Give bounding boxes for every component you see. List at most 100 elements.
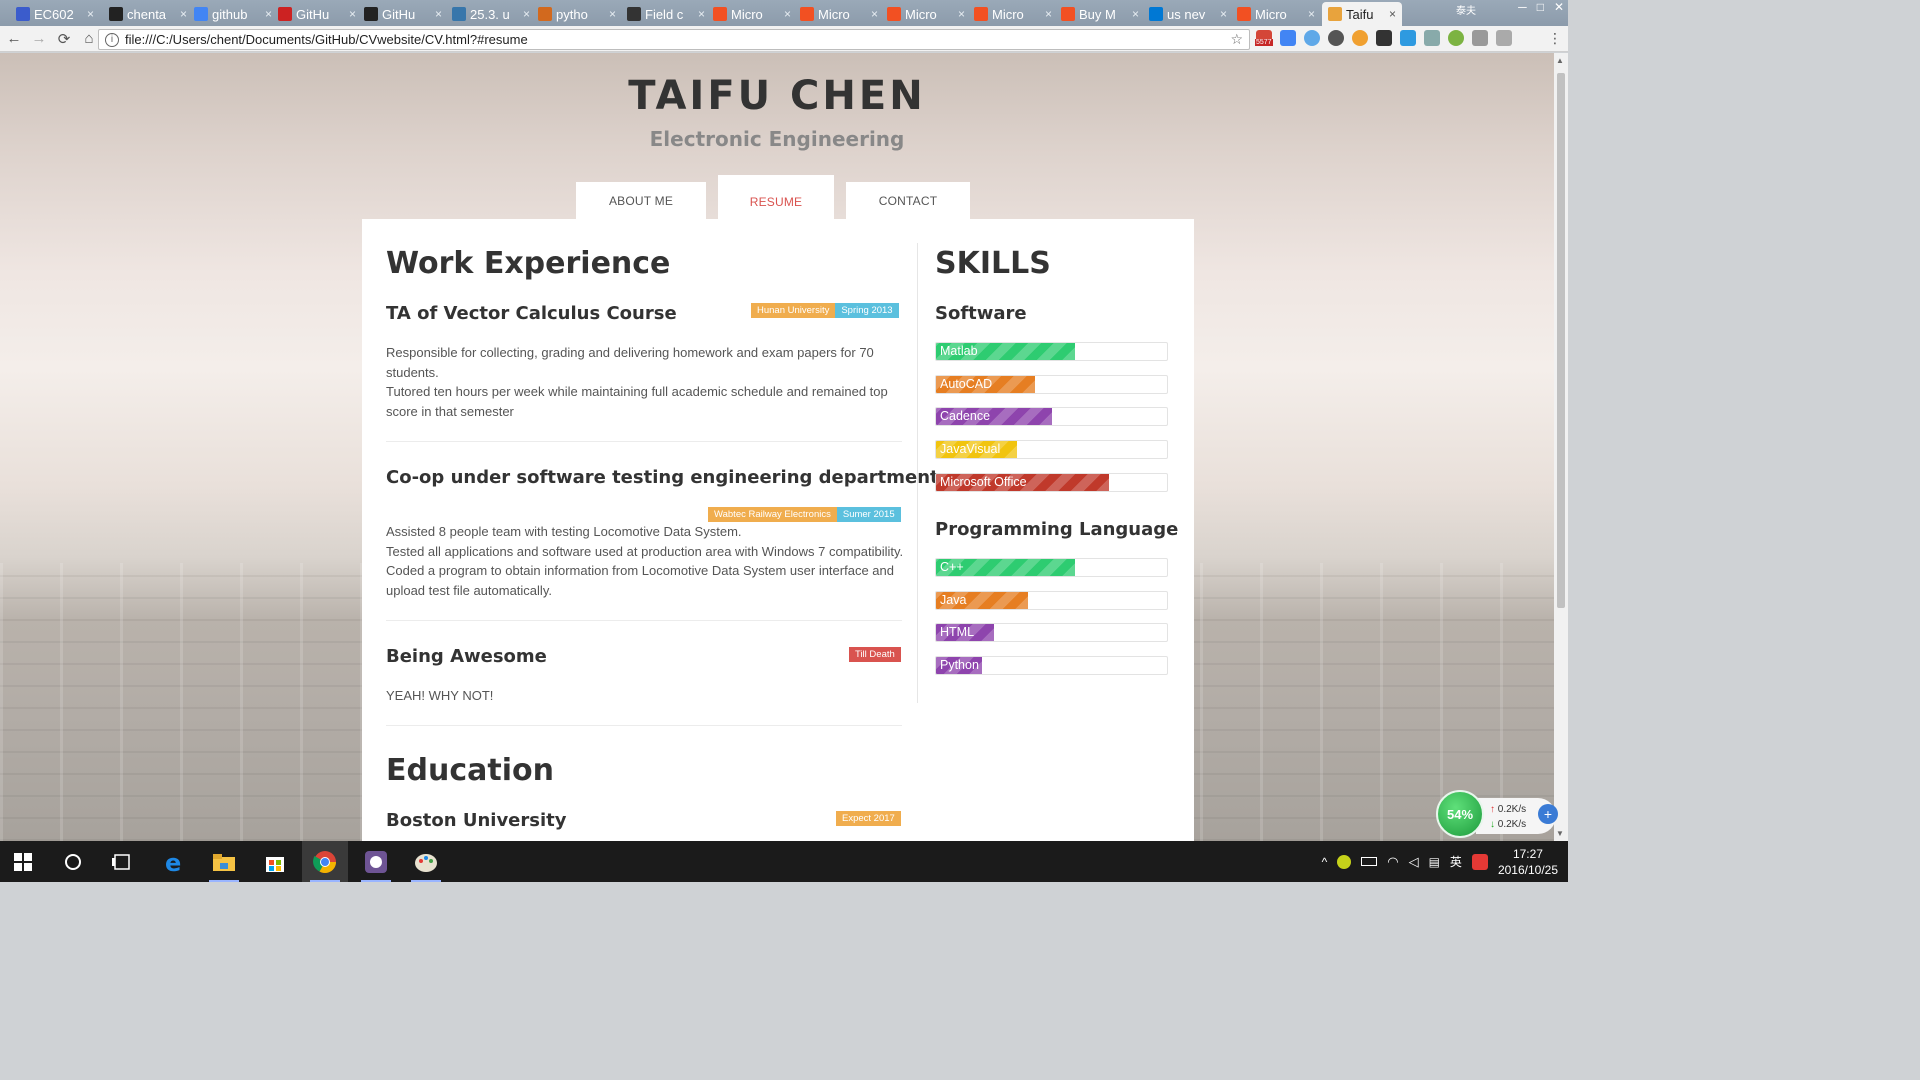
browser-tab[interactable]: github ×: [188, 2, 278, 26]
search-circle-icon: [65, 853, 81, 870]
sogou-ime-icon[interactable]: [1471, 853, 1488, 870]
browser-tab[interactable]: 25.3. u ×: [446, 2, 536, 26]
address-bar[interactable]: i file:///C:/Users/chent/Documents/GitHu…: [98, 29, 1250, 50]
network-icon[interactable]: ◠: [1387, 854, 1398, 870]
tab-close-icon[interactable]: ×: [1308, 7, 1315, 21]
maximize-button[interactable]: □: [1537, 0, 1544, 14]
reload-button[interactable]: ⟳: [53, 28, 75, 50]
browser-tab[interactable]: Micro ×: [968, 2, 1058, 26]
browser-menu-icon[interactable]: ⋮: [1548, 30, 1562, 47]
tab-close-icon[interactable]: ×: [435, 7, 442, 21]
home-button[interactable]: ⌂: [78, 28, 100, 50]
tool-extension-icon[interactable]: [1424, 30, 1440, 46]
tab-title: Micro: [818, 6, 850, 22]
tab-title: github: [212, 6, 248, 22]
tab-close-icon[interactable]: ×: [523, 7, 530, 21]
tray-expand-icon[interactable]: ^: [1322, 855, 1328, 869]
browser-tab[interactable]: Micro ×: [707, 2, 797, 26]
tab-contact[interactable]: CONTACT: [846, 182, 970, 220]
minimize-button[interactable]: ─: [1518, 0, 1527, 14]
file-explorer-taskbar-icon[interactable]: [201, 841, 247, 882]
forward-button[interactable]: →: [28, 28, 50, 50]
tab-close-icon[interactable]: ×: [1045, 7, 1052, 21]
puzzle-extension-icon[interactable]: [1472, 30, 1488, 46]
tab-close-icon[interactable]: ×: [1132, 7, 1139, 21]
wrench-extension-icon[interactable]: [1496, 30, 1512, 46]
job-description-line: upload test file automatically.: [386, 582, 552, 598]
tab-close-icon[interactable]: ×: [265, 7, 272, 21]
browser-tab[interactable]: GitHu ×: [358, 2, 448, 26]
system-clock[interactable]: 17:27 2016/10/25: [1498, 846, 1558, 878]
scrollbar-thumb[interactable]: [1557, 73, 1565, 608]
job-badges: Till Death: [849, 647, 901, 662]
site-info-icon[interactable]: i: [105, 32, 119, 47]
browser-tab[interactable]: Buy M ×: [1055, 2, 1145, 26]
leaf-extension-icon[interactable]: [1448, 30, 1464, 46]
browser-tab[interactable]: Taifu ×: [1322, 2, 1402, 26]
cookie-extension-icon[interactable]: [1352, 30, 1368, 46]
browser-tab[interactable]: EC602 ×: [10, 2, 100, 26]
tab-close-icon[interactable]: ×: [180, 7, 187, 21]
start-button[interactable]: [0, 841, 46, 882]
speed-boost-icon[interactable]: +: [1538, 804, 1558, 824]
skill-bar: Java: [935, 590, 1168, 610]
browser-tab[interactable]: chenta ×: [103, 2, 193, 26]
task-view-button[interactable]: [99, 841, 145, 882]
tab-close-icon[interactable]: ×: [958, 7, 965, 21]
section-divider: [386, 620, 902, 621]
check-extension-icon[interactable]: [1400, 30, 1416, 46]
memory-usage-circle[interactable]: 54%: [1436, 790, 1484, 838]
search-button[interactable]: [50, 841, 96, 882]
github-taskbar-icon[interactable]: [353, 841, 399, 882]
tab-close-icon[interactable]: ×: [87, 7, 94, 21]
battery-icon[interactable]: [1361, 857, 1378, 866]
chrome-taskbar-icon[interactable]: [302, 841, 348, 882]
tab-close-icon[interactable]: ×: [609, 7, 616, 21]
browser-tab[interactable]: us nev ×: [1143, 2, 1233, 26]
school-name: Boston University: [386, 810, 567, 831]
tab-favicon-icon: [1061, 7, 1075, 21]
tab-close-icon[interactable]: ×: [784, 7, 791, 21]
tab-about-me[interactable]: ABOUT ME: [576, 182, 706, 220]
job-description: Assisted 8 people team with testing Loco…: [386, 522, 911, 600]
edge-taskbar-icon[interactable]: e: [151, 841, 197, 882]
gamepad-extension-icon[interactable]: [1376, 30, 1392, 46]
network-speed-widget[interactable]: ↑ 0.2K/s ↓ 0.2K/s 54% +: [1436, 790, 1558, 838]
tab-close-icon[interactable]: ×: [349, 7, 356, 21]
back-button[interactable]: ←: [3, 28, 25, 50]
github-octocat-icon: [365, 850, 387, 873]
browser-tab[interactable]: pytho ×: [532, 2, 622, 26]
browser-toolbar: ← → ⟳ ⌂ i file:///C:/Users/chent/Documen…: [0, 26, 1568, 52]
paint-taskbar-icon[interactable]: [403, 841, 449, 882]
store-taskbar-icon[interactable]: [252, 841, 298, 882]
tray-app-icon[interactable]: [1337, 854, 1352, 869]
tab-close-icon[interactable]: ×: [698, 7, 705, 21]
tab-favicon-icon: [800, 7, 814, 21]
upload-speed: 0.2K/s: [1497, 804, 1527, 815]
tab-title: GitHu: [382, 6, 416, 22]
bookmark-star-icon[interactable]: ☆: [1230, 31, 1243, 48]
browser-tab[interactable]: GitHu ×: [272, 2, 362, 26]
address-bar-url[interactable]: file:///C:/Users/chent/Documents/GitHub/…: [125, 32, 528, 47]
tab-close-icon[interactable]: ×: [871, 7, 878, 21]
tab-title: EC602: [34, 6, 74, 22]
browser-tab[interactable]: Micro ×: [881, 2, 971, 26]
page-scrollbar[interactable]: ▲ ▼: [1554, 53, 1568, 841]
scroll-up-icon[interactable]: ▲: [1556, 56, 1564, 65]
action-center-icon[interactable]: ▤: [1429, 855, 1440, 869]
translate-extension-icon[interactable]: [1280, 30, 1296, 46]
tab-close-icon[interactable]: ×: [1220, 7, 1227, 21]
tab-resume[interactable]: RESUME: [718, 175, 834, 220]
input-method-indicator[interactable]: 英: [1450, 853, 1462, 870]
browser-tab[interactable]: Micro ×: [1231, 2, 1321, 26]
folder-icon: [213, 853, 235, 871]
browser-tab[interactable]: Field c ×: [621, 2, 711, 26]
cloud-extension-icon[interactable]: [1304, 30, 1320, 46]
window-close-button[interactable]: ✕: [1554, 0, 1564, 14]
browser-tab[interactable]: Micro ×: [794, 2, 884, 26]
gmail-extension-icon[interactable]: 5577: [1255, 30, 1273, 46]
volume-icon[interactable]: ◁: [1409, 854, 1419, 870]
browser-tab-strip: 泰夫 ─ □ ✕ EC602 × chenta × github × GitHu × GitHu…: [0, 0, 1568, 26]
shield-extension-icon[interactable]: [1328, 30, 1344, 46]
tab-close-icon[interactable]: ×: [1389, 7, 1396, 21]
